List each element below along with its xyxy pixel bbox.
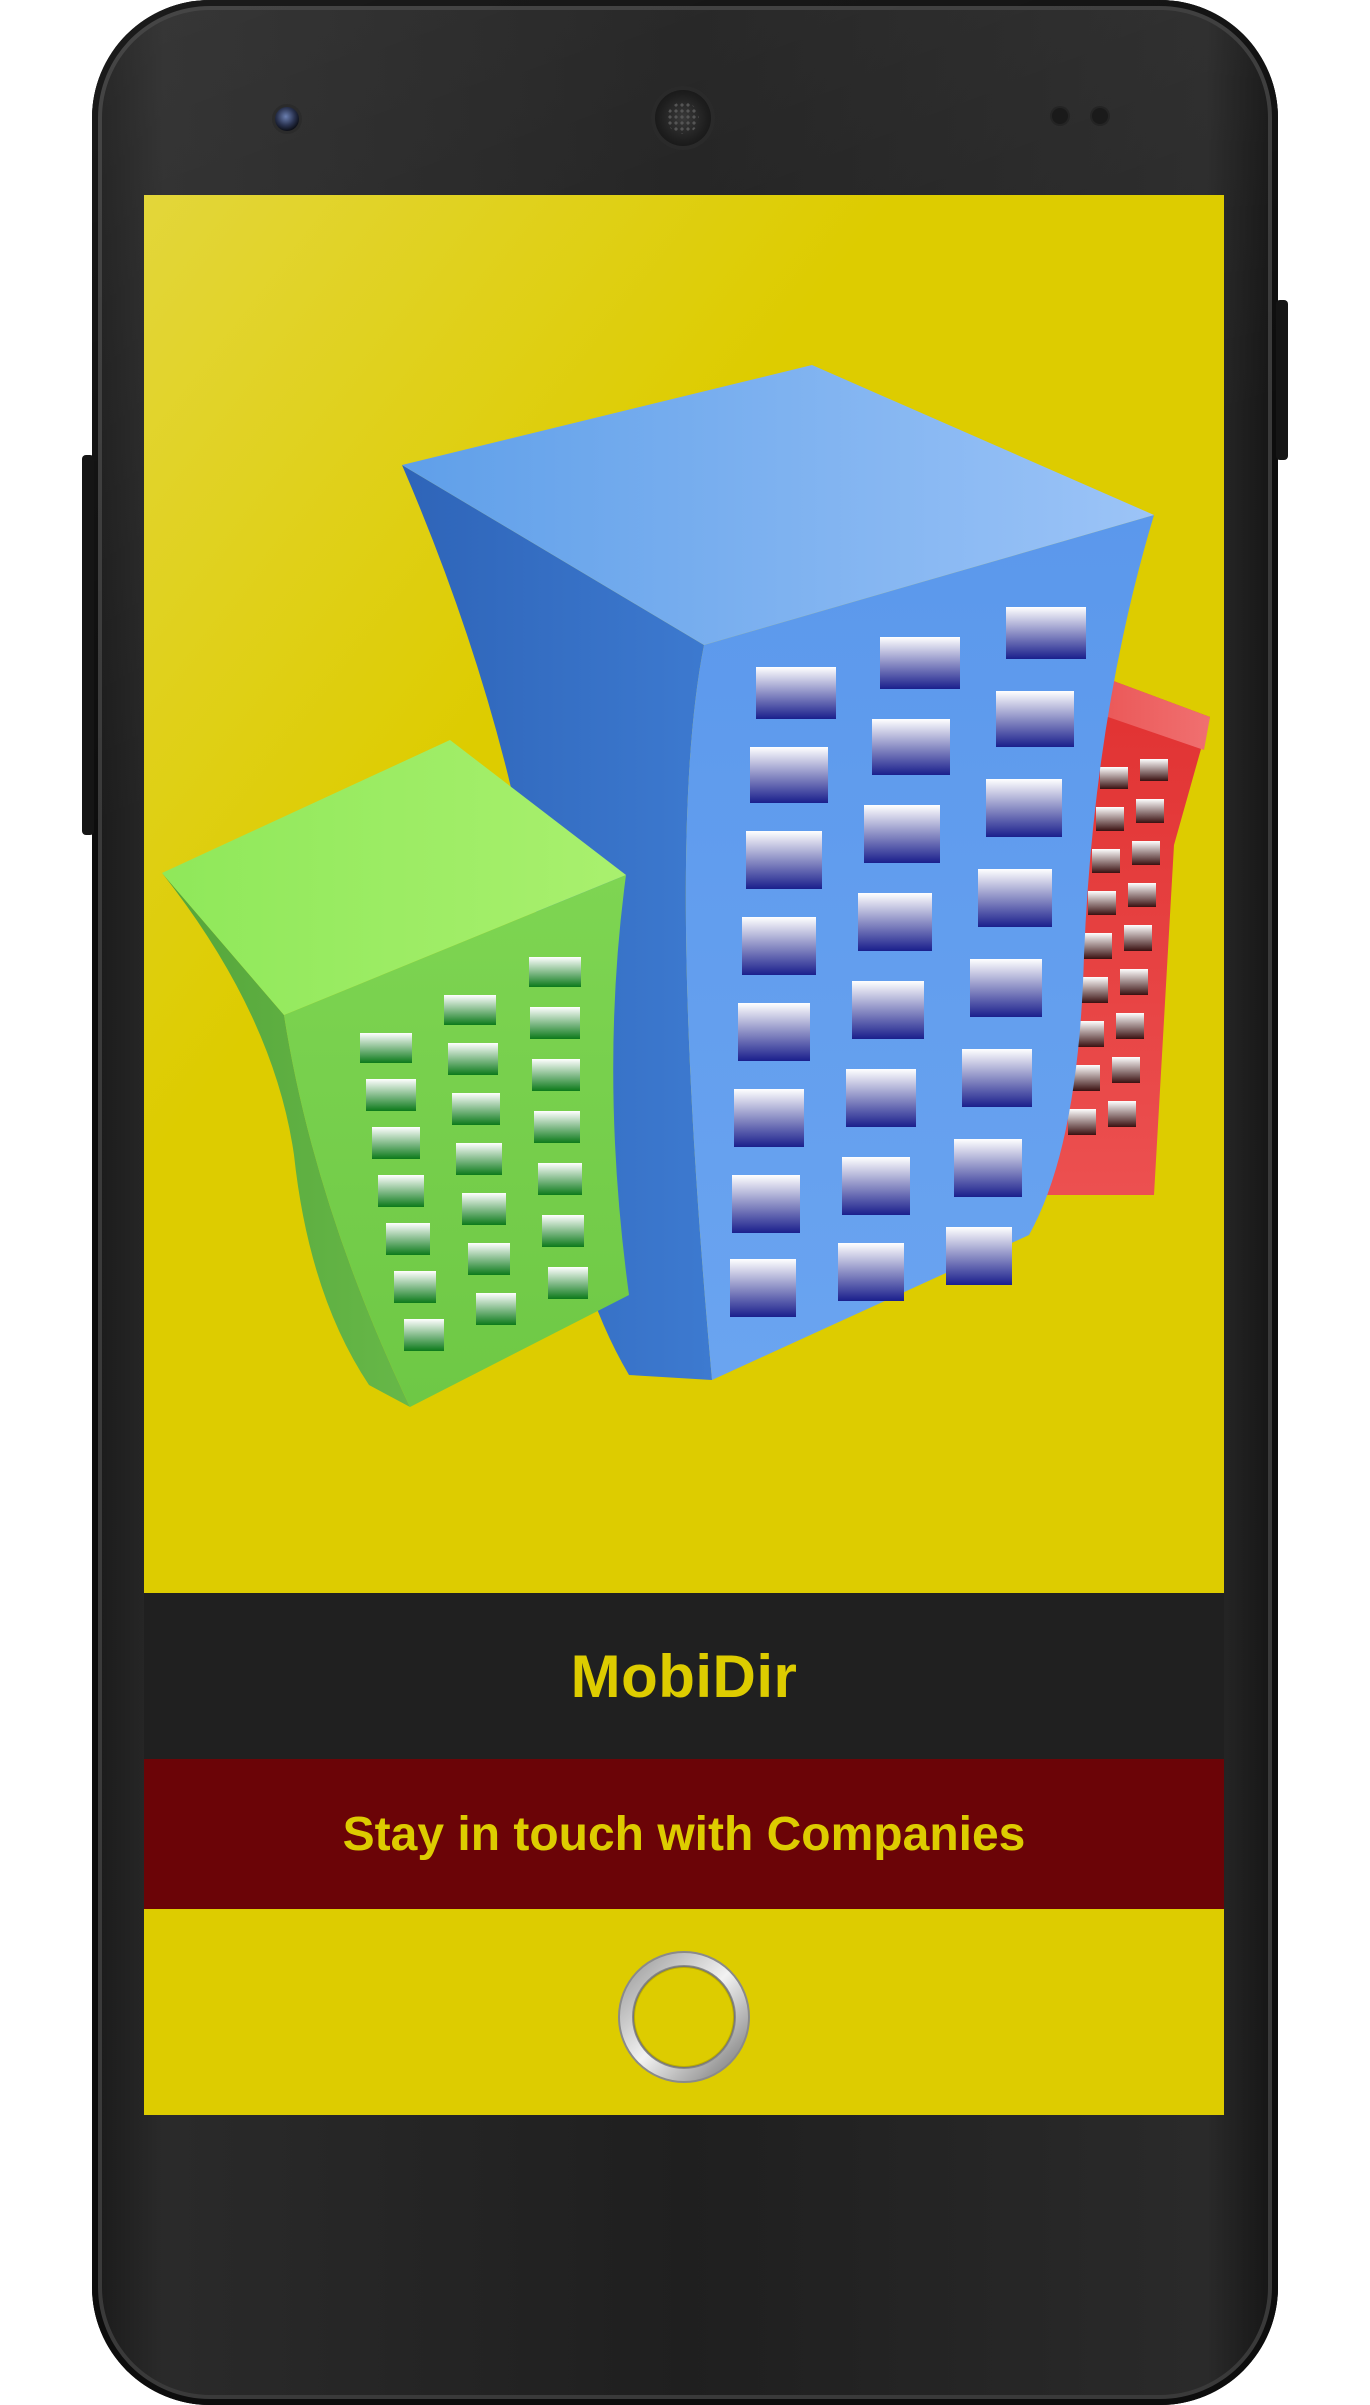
proximity-sensor-icon (1052, 108, 1068, 124)
splash-screen: MobiDir Stay in touch with Companies (144, 195, 1224, 2115)
app-logo (144, 195, 1224, 1593)
office-buildings-icon (144, 195, 1224, 1593)
volume-button (82, 455, 94, 835)
loading-spinner-icon (618, 1951, 750, 2083)
app-tagline: Stay in touch with Companies (342, 1807, 1026, 1861)
title-bar: MobiDir (144, 1593, 1224, 1759)
earpiece-speaker-icon (655, 90, 711, 146)
tagline-bar: Stay in touch with Companies (144, 1759, 1224, 1909)
front-camera-icon (275, 107, 299, 131)
app-title: MobiDir (570, 1642, 798, 1710)
power-button (1276, 300, 1288, 460)
light-sensor-icon (1092, 108, 1108, 124)
